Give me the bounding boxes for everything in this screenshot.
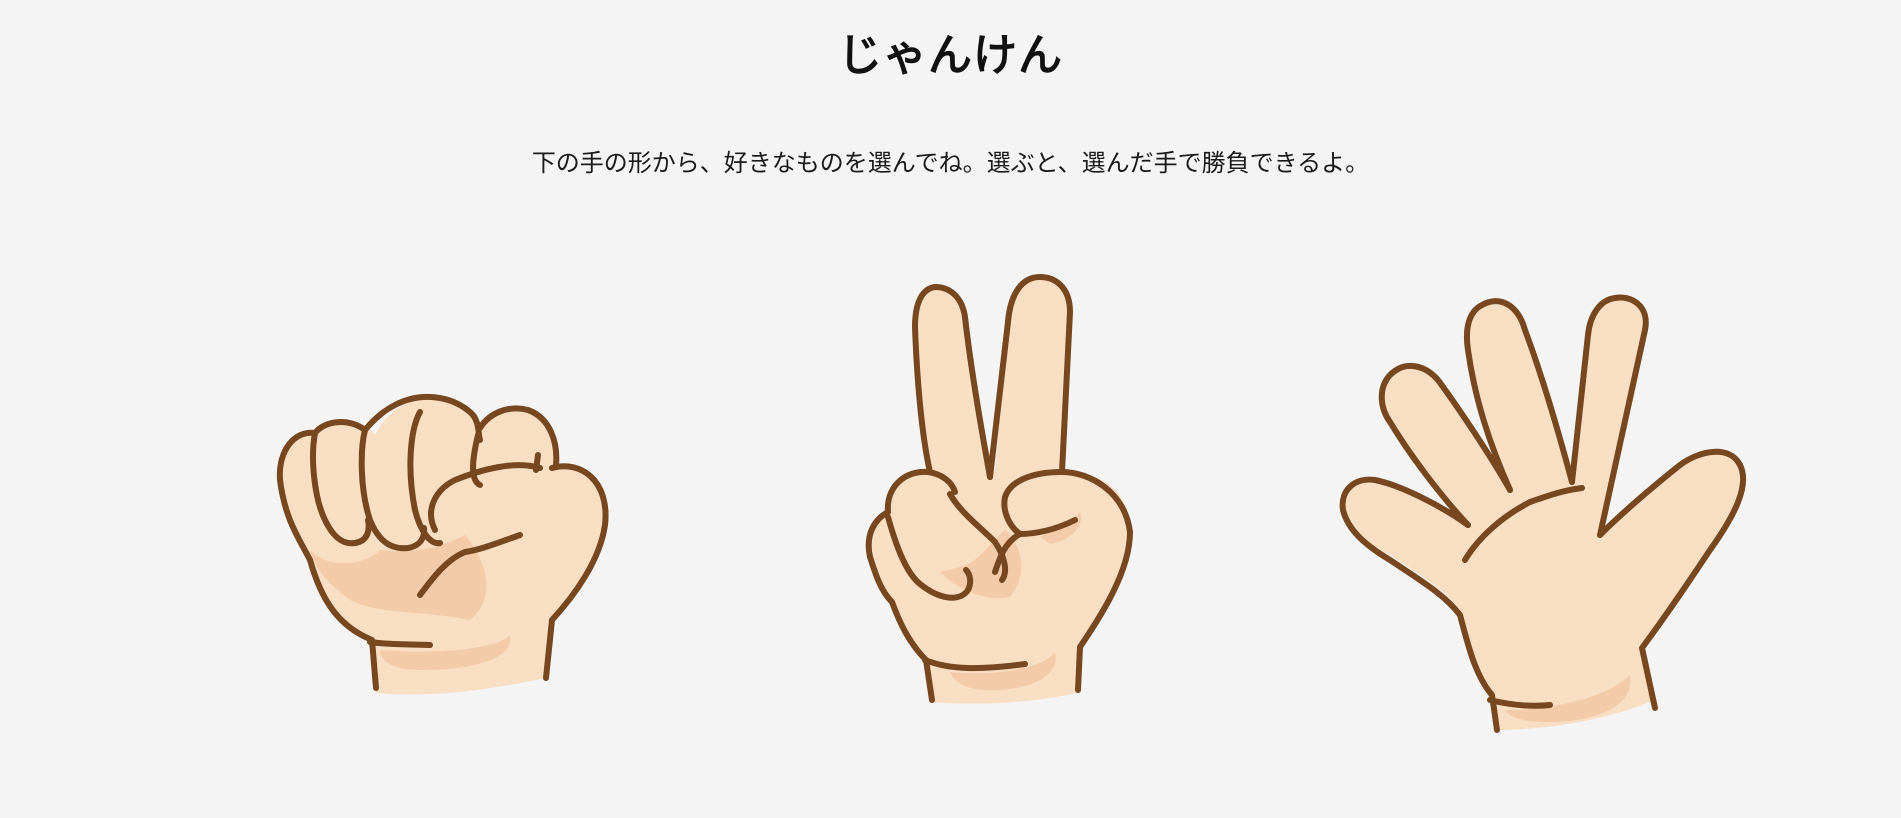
instructions-text: 下の手の形から、好きなものを選んでね。選ぶと、選んだ手で勝負できるよ。 <box>531 149 1370 177</box>
rock-choice-button[interactable] <box>270 360 620 700</box>
paper-choice-button[interactable] <box>1310 290 1760 740</box>
scissors-choice-button[interactable] <box>830 272 1150 712</box>
rock-hand-icon <box>276 393 609 695</box>
paper-hand-icon <box>1339 294 1747 733</box>
scissors-hand-icon <box>865 274 1133 704</box>
page-title: じゃんけん <box>838 30 1063 81</box>
janken-page: じゃんけん 下の手の形から、好きなものを選んでね。選ぶと、選んだ手で勝負できるよ… <box>0 0 1901 818</box>
